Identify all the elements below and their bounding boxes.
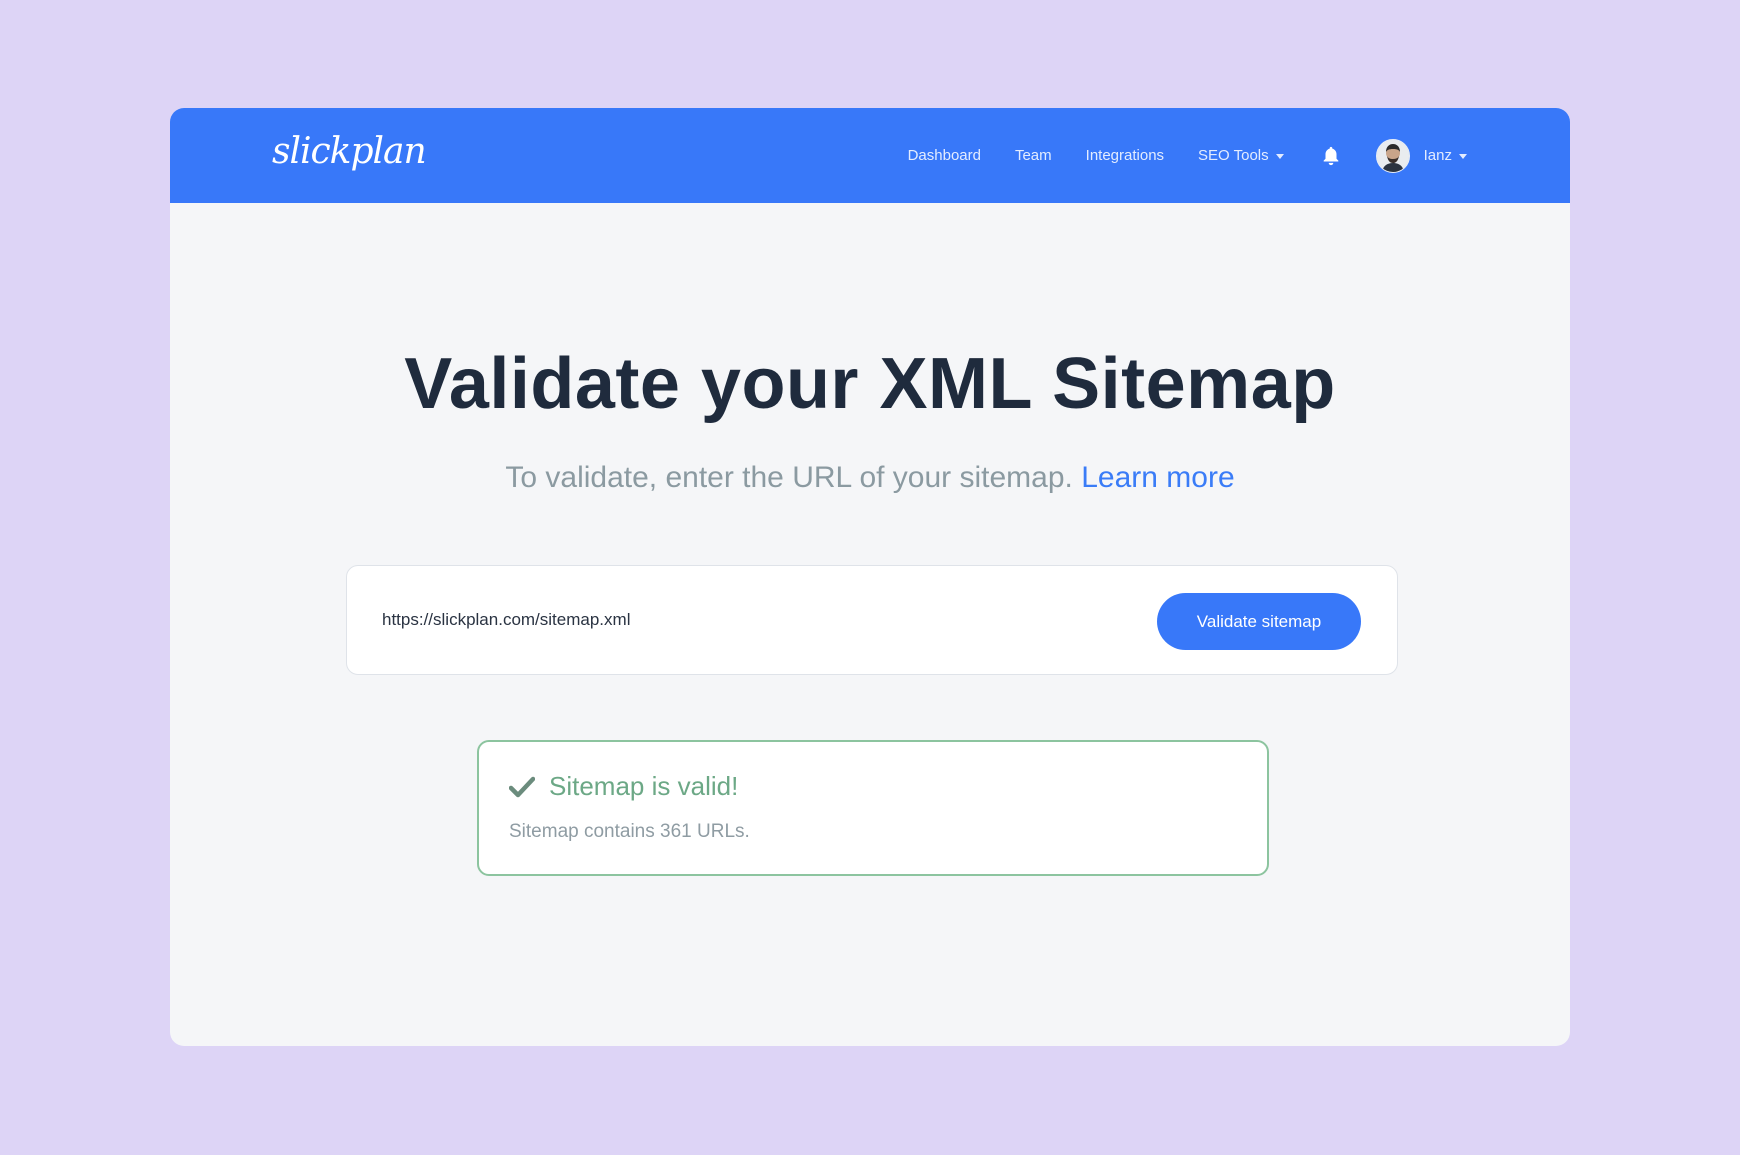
- nav-seo-tools-label: SEO Tools: [1198, 147, 1269, 164]
- top-navbar: slickplan Dashboard Team Integrations SE…: [170, 108, 1570, 203]
- nav-dashboard[interactable]: Dashboard: [908, 147, 981, 164]
- page-subtitle: To validate, enter the URL of your sitem…: [170, 458, 1570, 498]
- subtitle-text: To validate, enter the URL of your sitem…: [505, 461, 1073, 494]
- user-name: Ianz: [1423, 147, 1452, 164]
- sitemap-url-form: Validate sitemap: [346, 565, 1398, 675]
- page-title: Validate your XML Sitemap: [404, 344, 1336, 424]
- app-window: slickplan Dashboard Team Integrations SE…: [170, 108, 1570, 1046]
- slickplan-logo[interactable]: slickplan: [272, 130, 427, 174]
- validation-result-card: Sitemap is valid! Sitemap contains 361 U…: [477, 740, 1269, 876]
- sitemap-url-input[interactable]: [382, 600, 1122, 640]
- result-status: Sitemap is valid!: [549, 771, 739, 801]
- notification-bell-icon[interactable]: [1320, 145, 1342, 167]
- nav-integrations[interactable]: Integrations: [1086, 147, 1164, 164]
- learn-more-link[interactable]: Learn more: [1081, 461, 1234, 494]
- validate-sitemap-button[interactable]: Validate sitemap: [1157, 593, 1361, 650]
- checkmark-icon: [509, 776, 535, 798]
- user-menu[interactable]: Ianz: [1375, 138, 1467, 173]
- nav-team[interactable]: Team: [1015, 147, 1052, 164]
- chevron-down-icon: [1275, 154, 1284, 159]
- result-detail: Sitemap contains 361 URLs.: [509, 821, 750, 842]
- chevron-down-icon: [1459, 154, 1467, 159]
- avatar: [1375, 138, 1410, 173]
- nav-links: Dashboard Team Integrations SEO Tools Ia…: [874, 108, 1467, 203]
- nav-seo-tools-dropdown[interactable]: SEO Tools: [1198, 147, 1284, 164]
